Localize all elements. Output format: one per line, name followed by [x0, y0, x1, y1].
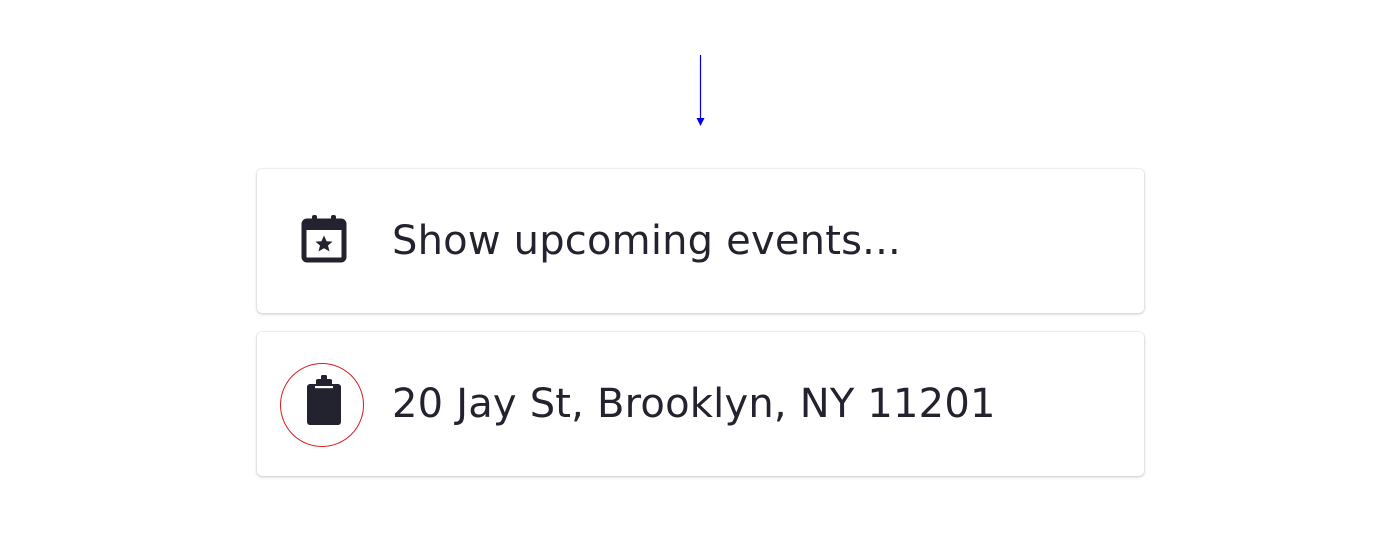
address-item[interactable]: 20 Jay St, Brooklyn, NY 11201: [257, 332, 1144, 476]
address-label: 20 Jay St, Brooklyn, NY 11201: [392, 381, 996, 427]
show-upcoming-events-item[interactable]: Show upcoming events...: [257, 169, 1144, 313]
calendar-star-icon: [301, 212, 347, 264]
show-upcoming-events-label: Show upcoming events...: [392, 218, 901, 264]
clipboard-icon[interactable]: [301, 375, 347, 427]
down-arrow-indicator: [696, 55, 705, 126]
